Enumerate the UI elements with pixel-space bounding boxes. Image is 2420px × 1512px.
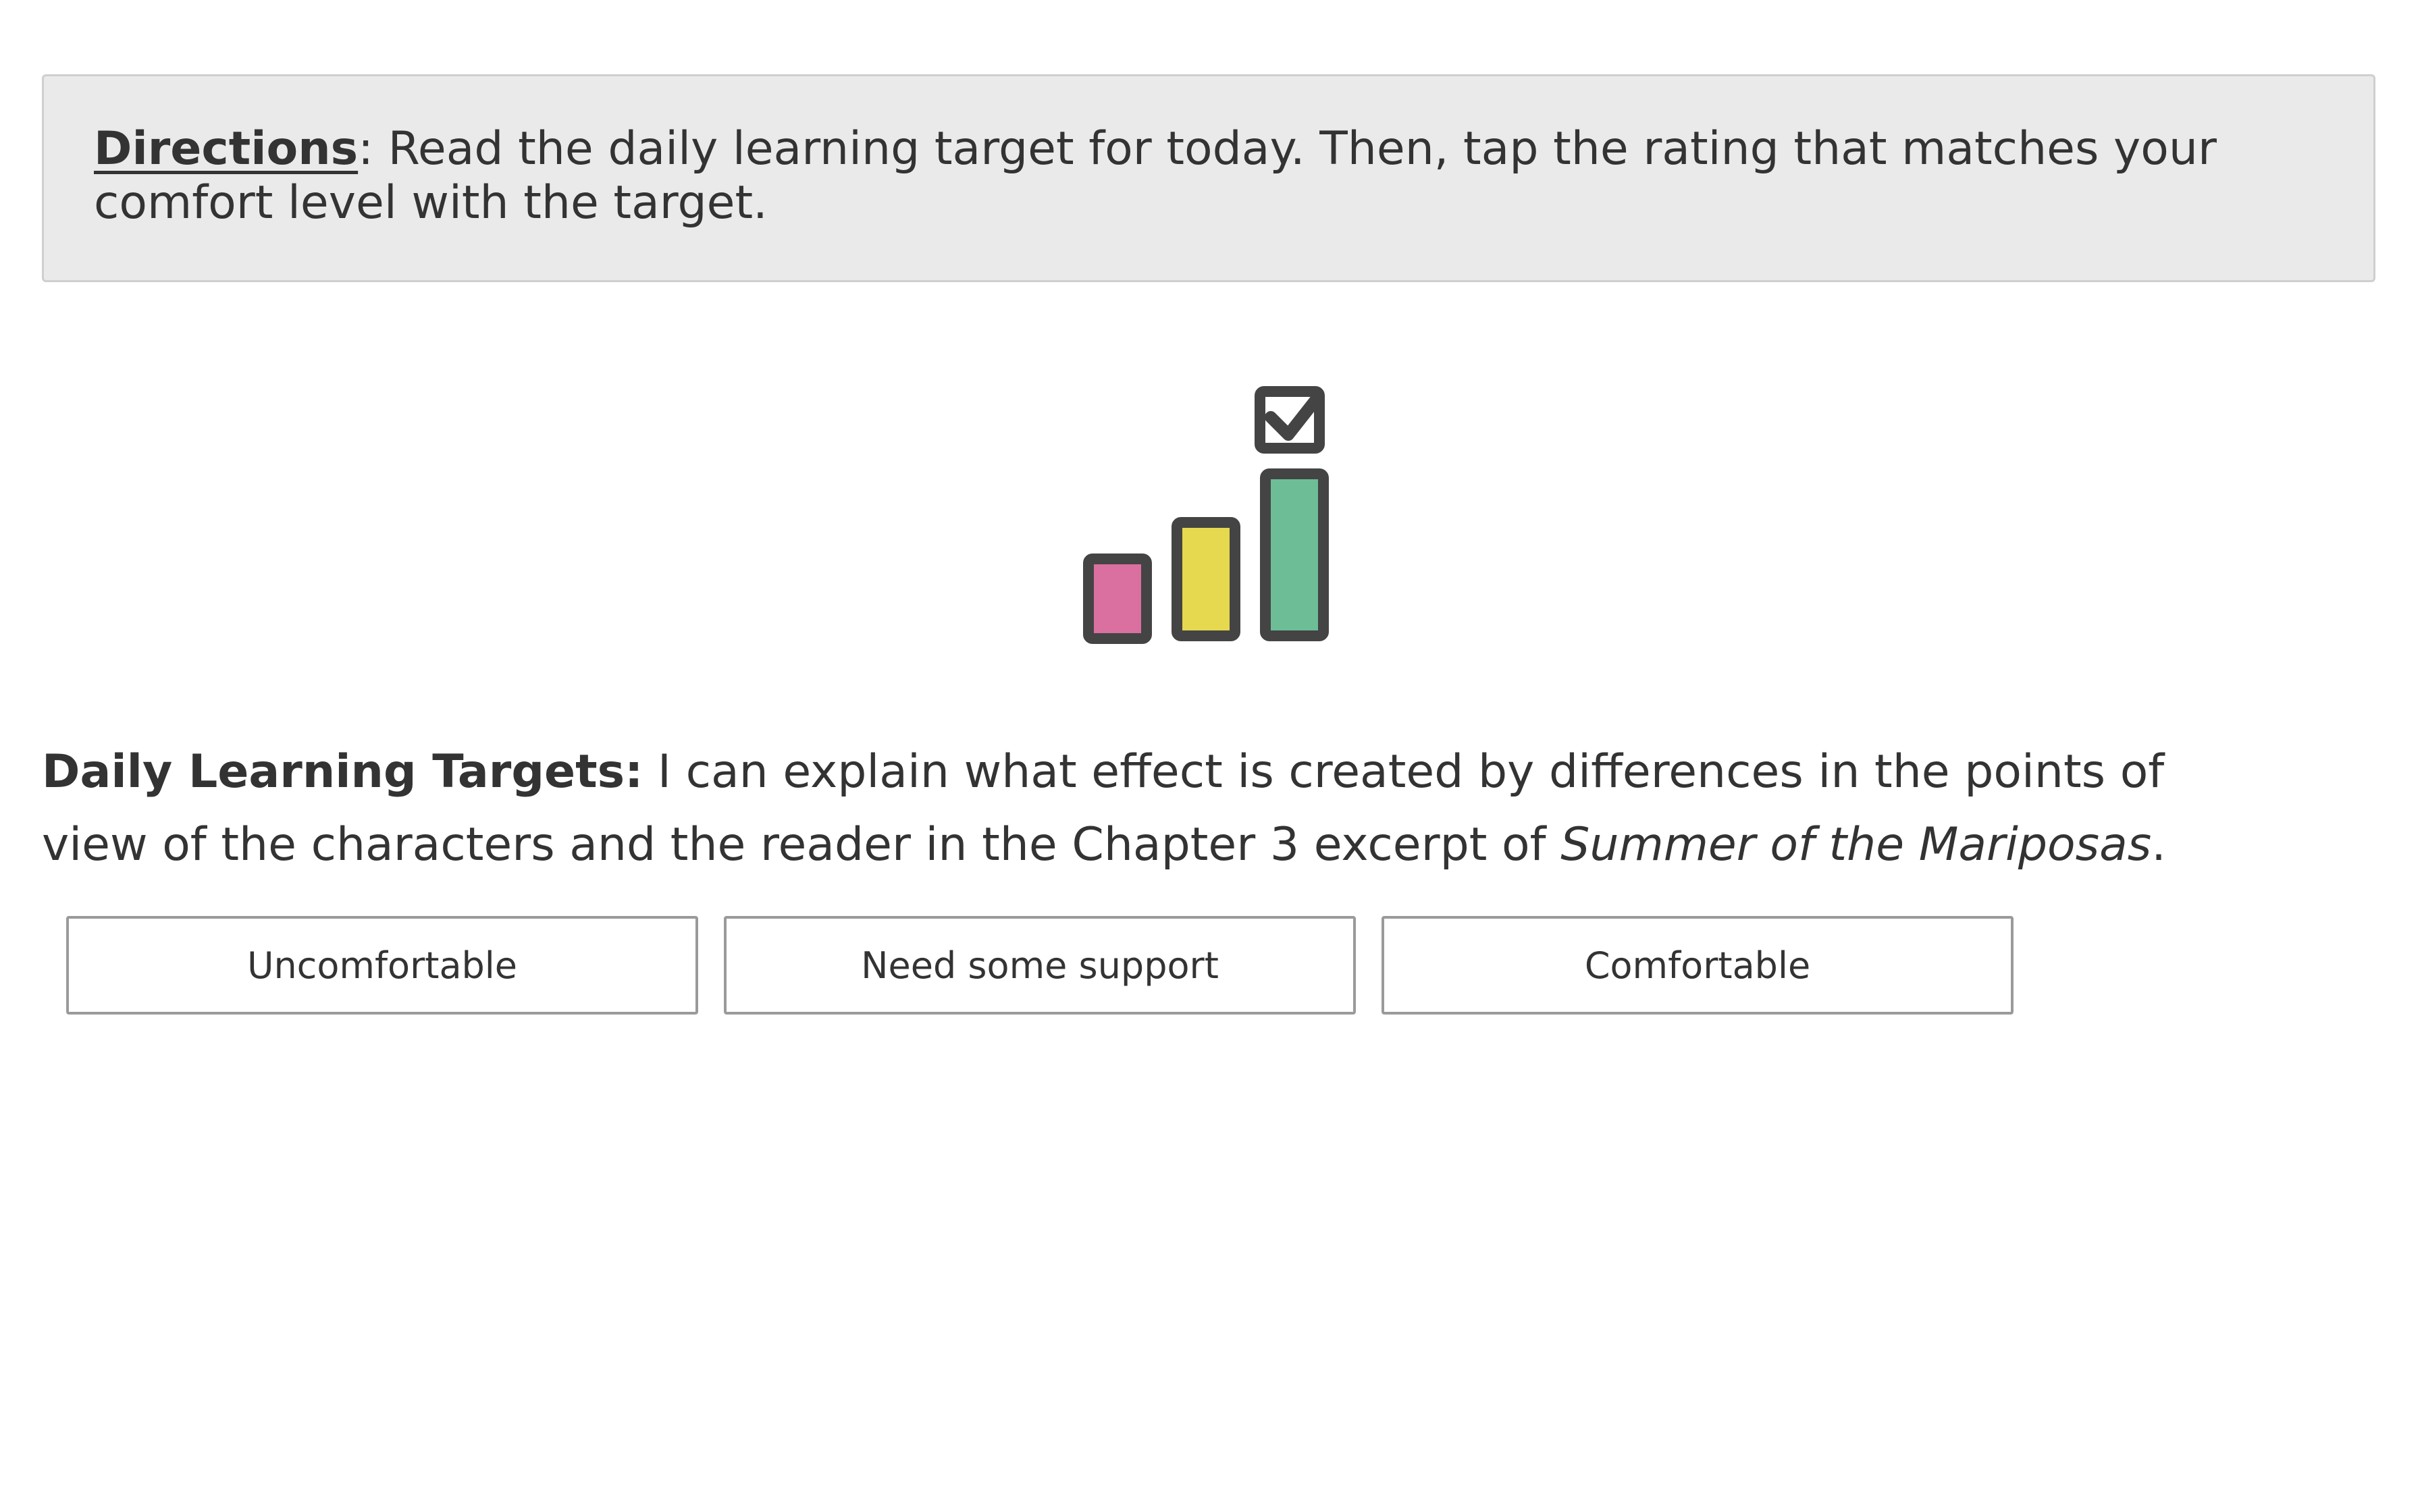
daily-learning-target: Daily Learning Targets: I can explain wh… (42, 736, 2270, 882)
comfortable-button[interactable]: Comfortable (1382, 916, 2014, 1015)
comfort-rating-bars-icon (1074, 385, 1337, 648)
directions-body: : Read the daily learning target for tod… (94, 122, 2217, 230)
low-comfort-bar (1083, 554, 1152, 644)
target-label: Daily Learning Targets: (42, 745, 643, 799)
need-some-support-button[interactable]: Need some support (724, 916, 1356, 1015)
high-comfort-bar (1260, 468, 1329, 641)
medium-comfort-bar (1172, 517, 1240, 641)
rating-buttons: Uncomfortable Need some support Comforta… (66, 916, 2014, 1015)
directions-panel: Directions: Read the daily learning targ… (42, 74, 2375, 282)
uncomfortable-button[interactable]: Uncomfortable (66, 916, 698, 1015)
target-text-after: . (2151, 818, 2166, 871)
directions-text: Directions: Read the daily learning targ… (94, 122, 2323, 230)
directions-label: Directions (94, 122, 359, 176)
checkmark-icon (1265, 391, 1324, 441)
book-title: Summer of the Mariposas (1560, 818, 2152, 871)
page: Directions: Read the daily learning targ… (0, 0, 2420, 1512)
